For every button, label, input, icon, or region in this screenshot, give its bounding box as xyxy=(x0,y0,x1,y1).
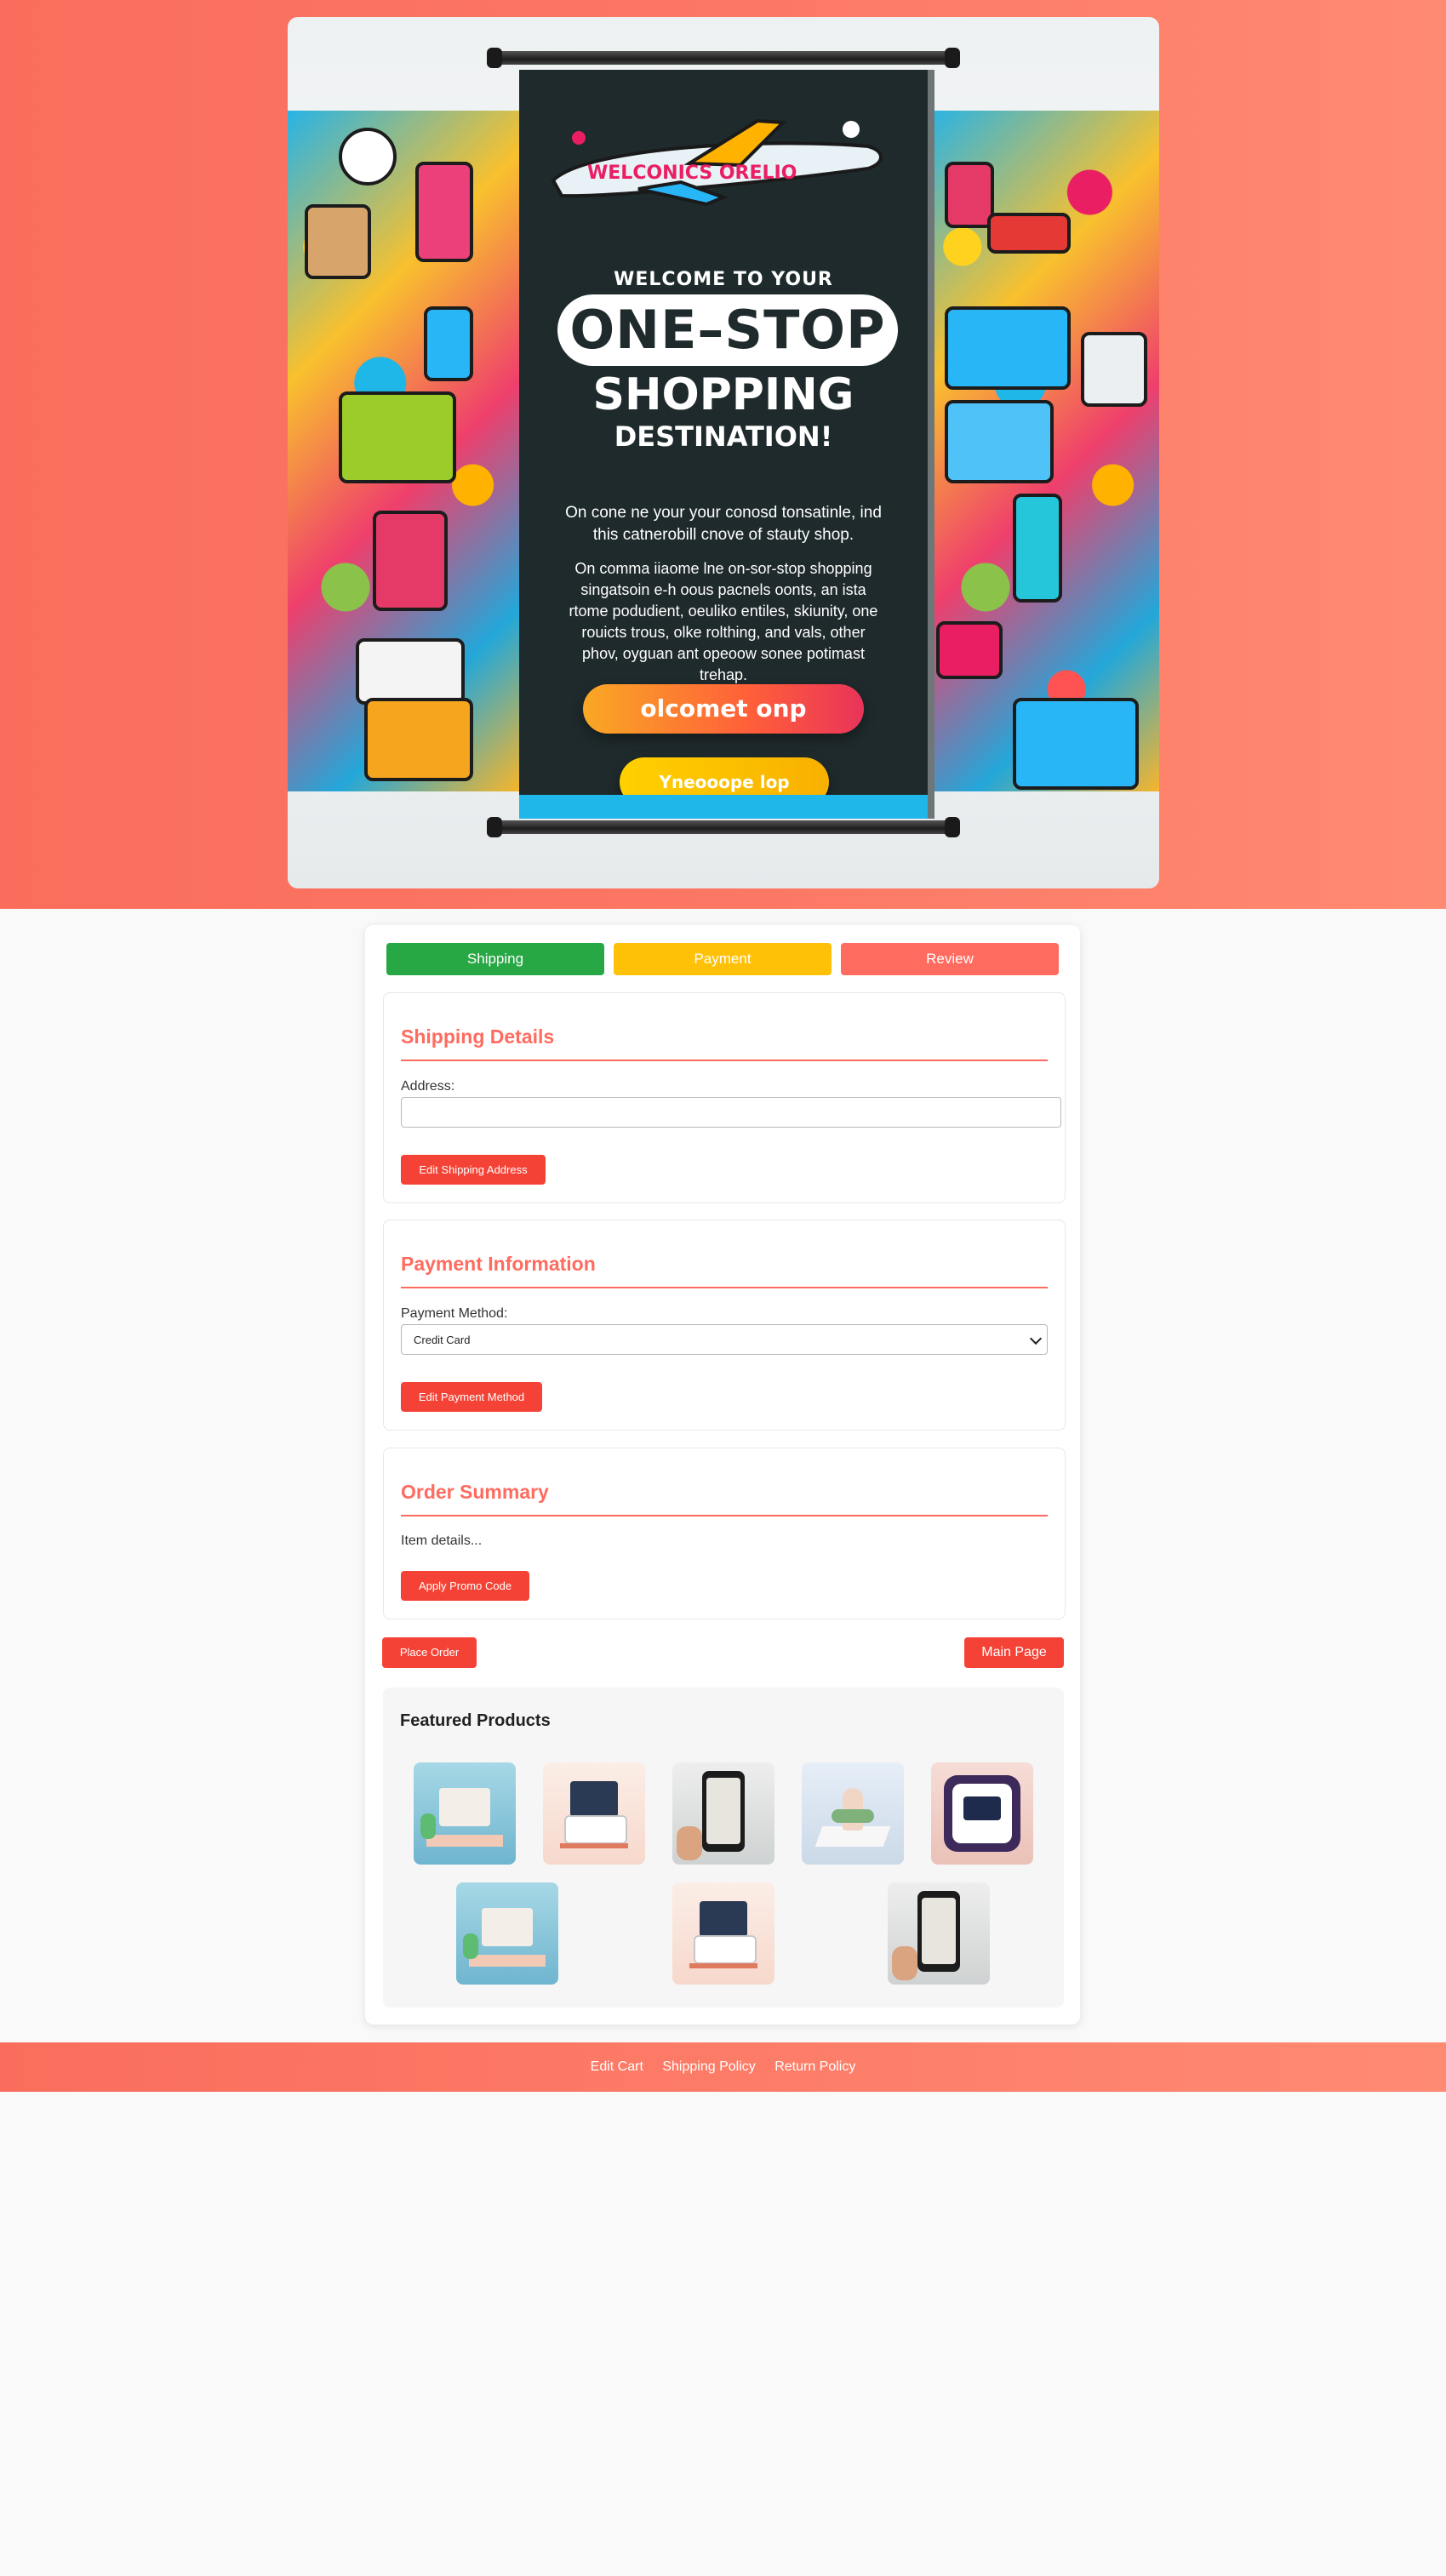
step-payment[interactable]: Payment xyxy=(614,943,832,975)
product-thumb-6[interactable] xyxy=(456,1882,558,1985)
airplane-text: WELCONICS ORELIO xyxy=(587,163,797,184)
handbag-icon xyxy=(364,698,473,781)
edit-shipping-address-button[interactable]: Edit Shipping Address xyxy=(401,1155,546,1185)
shipping-section: Shipping Details Address: Edit Shipping … xyxy=(383,992,1066,1203)
payment-method-label: Payment Method: xyxy=(401,1306,508,1321)
banner-headline: ONE–STOP xyxy=(569,299,886,361)
checkout-steps: Shipping Payment Review xyxy=(386,943,1059,975)
product-thumb-4[interactable] xyxy=(802,1762,904,1865)
product-thumb-5[interactable] xyxy=(931,1762,1033,1865)
shipping-divider xyxy=(401,1060,1048,1061)
edit-payment-method-button[interactable]: Edit Payment Method xyxy=(401,1382,542,1412)
monitor-icon xyxy=(339,391,456,483)
checkout-card: Shipping Payment Review Shipping Details… xyxy=(365,925,1080,2025)
product-thumb-3[interactable] xyxy=(672,1762,774,1865)
address-input[interactable] xyxy=(401,1097,1061,1128)
featured-products-title: Featured Products xyxy=(400,1711,551,1730)
banner-primary-button: olcomet onp xyxy=(583,684,864,734)
banner-bottom-roller xyxy=(487,817,960,837)
apply-promo-code-button[interactable]: Apply Promo Code xyxy=(401,1571,529,1601)
mini-camera-icon xyxy=(936,621,1003,679)
car-icon xyxy=(987,213,1071,254)
chevron-down-icon xyxy=(1029,1332,1043,1345)
product-collage-left xyxy=(288,111,519,791)
payment-title: Payment Information xyxy=(401,1253,596,1275)
product-thumb-2[interactable] xyxy=(543,1762,645,1865)
featured-products-section: Featured Products xyxy=(383,1688,1064,2008)
register-icon xyxy=(373,511,448,611)
barcode-icon xyxy=(356,638,465,705)
product-thumb-7[interactable] xyxy=(672,1882,774,1985)
shipping-title: Shipping Details xyxy=(401,1025,555,1048)
banner-headline-pill: ONE–STOP xyxy=(557,294,898,366)
order-summary-title: Order Summary xyxy=(401,1481,549,1503)
order-summary-divider xyxy=(401,1515,1048,1516)
footer-link-shipping-policy[interactable]: Shipping Policy xyxy=(662,2042,755,2092)
hero-banner-image: WELCONICS ORELIO WELCOME TO YOUR ONE–STO… xyxy=(288,17,1159,888)
footer-link-return-policy[interactable]: Return Policy xyxy=(774,2042,855,2092)
card-icon xyxy=(424,306,473,381)
footer: Edit Cart Shipping Policy Return Policy xyxy=(0,2042,1446,2092)
hero-section: WELCONICS ORELIO WELCOME TO YOUR ONE–STO… xyxy=(0,0,1446,909)
clock-icon xyxy=(339,128,397,186)
airplane-icon: WELCONICS ORELIO xyxy=(551,118,883,206)
banner-paragraph-1: On cone ne your your conosd tonsatinle, … xyxy=(565,504,882,544)
banner-welcome-text: WELCOME TO YOUR xyxy=(614,269,833,290)
item-details-text: Item details... xyxy=(401,1534,483,1548)
banner-destination: DESTINATION! xyxy=(614,420,833,453)
payment-divider xyxy=(401,1287,1048,1288)
place-order-button[interactable]: Place Order xyxy=(382,1637,477,1668)
camera-icon xyxy=(1081,332,1147,407)
product-collage-right xyxy=(928,111,1159,791)
product-thumb-8[interactable] xyxy=(888,1882,990,1985)
product-thumb-1[interactable] xyxy=(414,1762,516,1865)
banner-subheadline: SHOPPING xyxy=(592,369,854,420)
payment-section: Payment Information Payment Method: Cred… xyxy=(383,1219,1066,1431)
step-shipping[interactable]: Shipping xyxy=(386,943,604,975)
banner-top-roller xyxy=(487,48,960,68)
payment-method-value: Credit Card xyxy=(414,1334,471,1346)
banner-paragraph-2: On comma iiaome lne on-sor-stop shopping… xyxy=(569,560,878,683)
screen-icon xyxy=(945,400,1054,483)
backpack-icon xyxy=(945,162,994,228)
step-review[interactable]: Review xyxy=(841,943,1059,975)
suitcase-icon xyxy=(1013,698,1139,790)
banner-stripe xyxy=(519,795,928,819)
laptop-icon xyxy=(945,306,1071,390)
bottle-icon xyxy=(1013,494,1062,603)
bag-icon xyxy=(305,204,371,279)
order-summary-section: Order Summary Item details... Apply Prom… xyxy=(383,1448,1066,1619)
promo-banner: WELCONICS ORELIO WELCOME TO YOUR ONE–STO… xyxy=(519,70,928,819)
address-label: Address: xyxy=(401,1079,455,1094)
main-page-button[interactable]: Main Page xyxy=(964,1637,1064,1668)
footer-link-edit-cart[interactable]: Edit Cart xyxy=(591,2042,643,2092)
payment-method-select[interactable]: Credit Card xyxy=(401,1324,1048,1355)
phone-icon xyxy=(415,162,473,262)
